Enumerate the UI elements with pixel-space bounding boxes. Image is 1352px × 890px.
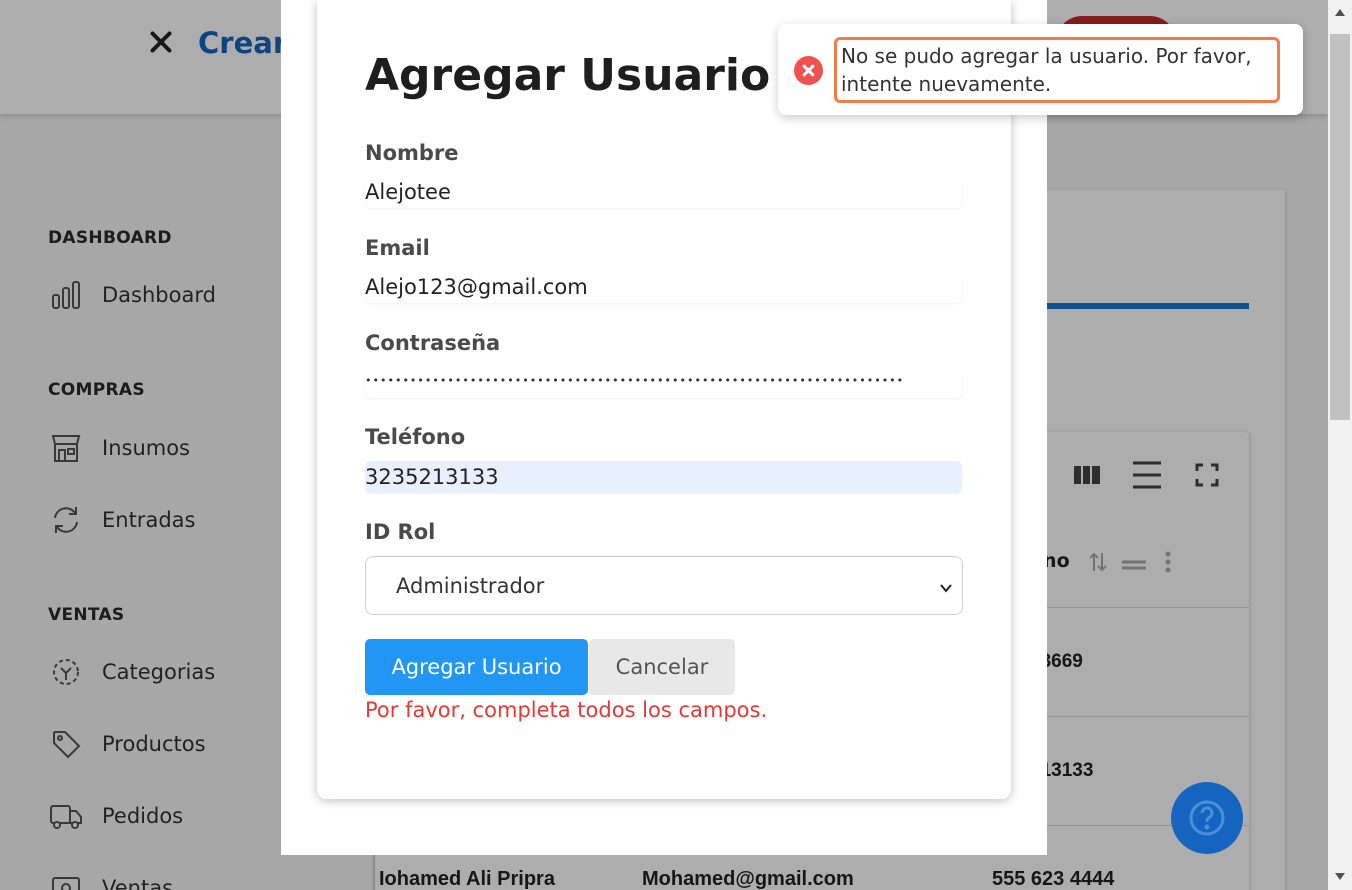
scroll-down-arrow-icon[interactable]	[1335, 873, 1345, 880]
error-icon	[794, 56, 823, 85]
help-button[interactable]	[1171, 782, 1243, 854]
rol-label: ID Rol	[365, 520, 436, 544]
validation-error: Por favor, completa todos los campos.	[365, 698, 768, 722]
cancel-button[interactable]: Cancelar	[589, 639, 735, 695]
chevron-down-icon	[938, 577, 954, 593]
email-input[interactable]	[365, 271, 962, 303]
nombre-input[interactable]	[365, 176, 962, 208]
telefono-input[interactable]	[365, 461, 962, 493]
telefono-label: Teléfono	[365, 425, 466, 449]
nombre-label: Nombre	[365, 141, 459, 165]
help-icon	[1189, 800, 1225, 836]
error-toast: No se pudo agregar la usuario. Por favor…	[778, 24, 1303, 115]
scroll-thumb[interactable]	[1330, 34, 1350, 420]
password-input[interactable]: ••••••••••••••••••••••••••••••••••••••••…	[365, 366, 962, 398]
dialog-title: Agregar Usuario	[365, 50, 771, 101]
scroll-up-arrow-icon[interactable]	[1335, 9, 1345, 16]
vertical-scrollbar[interactable]	[1328, 0, 1352, 890]
password-label: Contraseña	[365, 331, 501, 355]
rol-selected-value: Administrador	[396, 573, 545, 598]
add-user-dialog: Agregar Usuario Nombre Email Contraseña …	[317, 0, 1011, 799]
rol-select[interactable]: Administrador	[365, 556, 963, 615]
submit-button[interactable]: Agregar Usuario	[365, 639, 588, 695]
toast-message: No se pudo agregar la usuario. Por favor…	[834, 37, 1280, 103]
email-label: Email	[365, 236, 430, 260]
